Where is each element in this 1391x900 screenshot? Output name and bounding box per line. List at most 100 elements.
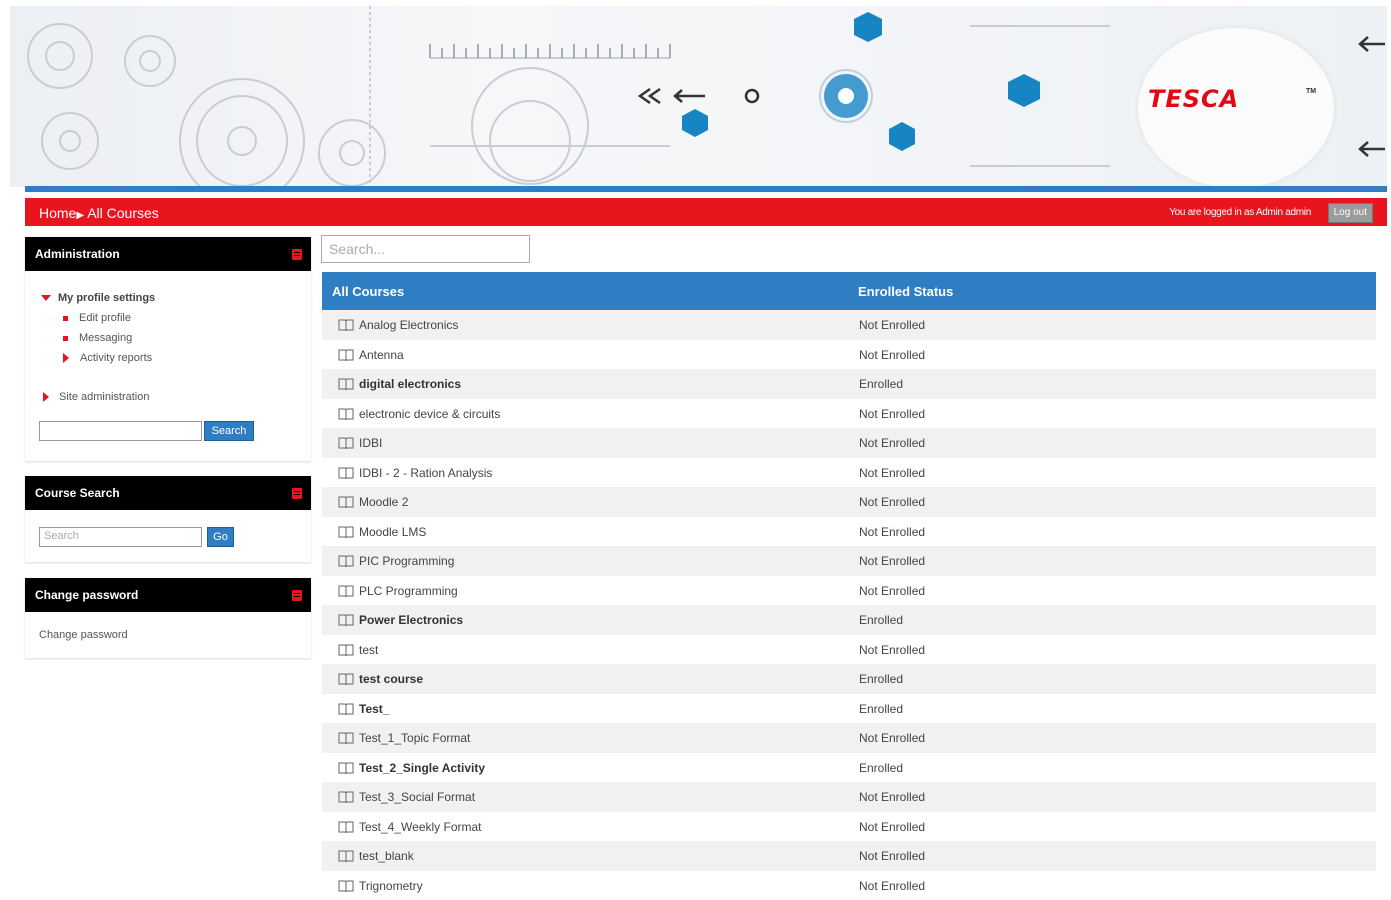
admin-search-input[interactable]: [39, 421, 202, 441]
breadcrumb-current: All Courses: [87, 205, 159, 221]
course-name-link[interactable]: Test_: [359, 702, 389, 716]
collapse-icon[interactable]: [292, 590, 302, 601]
table-row[interactable]: IDBI Not Enrolled: [322, 428, 1376, 458]
menu-label: Edit profile: [79, 312, 131, 324]
navbar: Home▶ All Courses You are logged in as A…: [25, 198, 1387, 226]
course-name-link[interactable]: Analog Electronics: [359, 318, 458, 332]
breadcrumb-home[interactable]: Home: [39, 205, 76, 221]
course-name-link[interactable]: digital electronics: [359, 377, 461, 391]
course-search-block: Course Search Search Go: [25, 476, 311, 562]
activity-reports-link[interactable]: Activity reports: [63, 352, 152, 364]
course-name-link[interactable]: Moodle LMS: [359, 525, 426, 539]
table-row[interactable]: electronic device & circuitsNot Enrolled: [322, 399, 1376, 429]
book-icon: [338, 348, 354, 364]
table-row[interactable]: digital electronics Enrolled: [322, 369, 1376, 399]
expanded-arrow-icon: [41, 295, 51, 301]
bullet-icon: [63, 316, 68, 321]
enrolled-status: Not Enrolled: [859, 466, 925, 480]
table-row[interactable]: IDBI - 2 - Ration Analysis Not Enrolled: [322, 458, 1376, 488]
administration-block: Administration My profile settings Edit …: [25, 237, 311, 461]
column-header-status[interactable]: Enrolled Status: [858, 284, 953, 299]
book-icon: [338, 702, 354, 718]
course-name-link[interactable]: Power Electronics: [359, 613, 463, 627]
table-row[interactable]: test_blank Not Enrolled: [322, 841, 1376, 871]
enrolled-status: Enrolled: [859, 377, 903, 391]
table-row[interactable]: Trignometry Not Enrolled: [322, 871, 1376, 900]
book-icon: [338, 820, 354, 836]
enrolled-status: Not Enrolled: [859, 731, 925, 745]
enrolled-status: Not Enrolled: [859, 436, 925, 450]
tesca-logo[interactable]: TESCA: [1148, 85, 1239, 113]
book-icon: [338, 407, 354, 423]
book-icon: [338, 584, 354, 600]
enrolled-status: Not Enrolled: [859, 348, 925, 362]
table-header: All Courses Enrolled Status: [322, 272, 1376, 310]
admin-search-button[interactable]: Search: [204, 421, 254, 441]
enrolled-status: Not Enrolled: [859, 643, 925, 657]
book-icon: [338, 643, 354, 659]
table-row[interactable]: test Not Enrolled: [322, 635, 1376, 665]
book-icon: [338, 731, 354, 747]
table-row[interactable]: Moodle LMSNot Enrolled: [322, 517, 1376, 547]
course-name-link[interactable]: Trignometry: [359, 879, 423, 893]
table-row[interactable]: Analog ElectronicsNot Enrolled: [322, 310, 1376, 340]
book-icon: [338, 495, 354, 511]
book-icon: [338, 318, 354, 334]
table-row[interactable]: Test_3_Social Format Not Enrolled: [322, 782, 1376, 812]
change-password-link[interactable]: Change password: [39, 629, 128, 641]
course-name-link[interactable]: test: [359, 643, 378, 657]
courses-table: All Courses Enrolled Status Analog Elect…: [322, 272, 1376, 900]
block-title: Course Search: [35, 486, 120, 500]
block-header: Administration: [25, 237, 311, 271]
course-name-link[interactable]: PIC Programming: [359, 554, 454, 568]
course-name-link[interactable]: IDBI: [359, 436, 382, 450]
table-row[interactable]: Power ElectronicsEnrolled: [322, 605, 1376, 635]
table-row[interactable]: Test_Enrolled: [322, 694, 1376, 724]
collapse-icon[interactable]: [292, 249, 302, 260]
table-row[interactable]: Test_4_Weekly FormatNot Enrolled: [322, 812, 1376, 842]
course-name-link[interactable]: Test_3_Social Format: [359, 790, 475, 804]
table-row[interactable]: test course Enrolled: [322, 664, 1376, 694]
enrolled-status: Not Enrolled: [859, 849, 925, 863]
course-name-link[interactable]: electronic device & circuits: [359, 407, 500, 421]
block-title: Change password: [35, 588, 138, 602]
enrolled-status: Not Enrolled: [859, 879, 925, 893]
messaging-link[interactable]: Messaging: [63, 332, 132, 344]
breadcrumb: Home▶ All Courses: [39, 205, 159, 221]
my-profile-settings[interactable]: My profile settings: [41, 292, 155, 304]
course-search-input[interactable]: Search: [39, 527, 202, 547]
book-icon: [338, 761, 354, 777]
table-row[interactable]: PLC ProgrammingNot Enrolled: [322, 576, 1376, 606]
table-row[interactable]: Test_1_Topic Format Not Enrolled: [322, 723, 1376, 753]
course-name-link[interactable]: test_blank: [359, 849, 414, 863]
book-icon: [338, 849, 354, 865]
enrolled-status: Not Enrolled: [859, 554, 925, 568]
course-name-link[interactable]: Antenna: [359, 348, 404, 362]
collapsed-arrow-icon: [63, 353, 69, 363]
menu-label: My profile settings: [58, 292, 155, 304]
course-name-link[interactable]: Moodle 2: [359, 495, 408, 509]
course-search-go-button[interactable]: Go: [207, 527, 234, 547]
course-name-link[interactable]: Test_4_Weekly Format: [359, 820, 482, 834]
collapse-icon[interactable]: [292, 488, 302, 499]
table-body: Analog ElectronicsNot EnrolledAntennaNot…: [322, 310, 1376, 900]
course-name-link[interactable]: IDBI - 2 - Ration Analysis: [359, 466, 492, 480]
table-row[interactable]: PIC Programming Not Enrolled: [322, 546, 1376, 576]
column-header-course[interactable]: All Courses: [332, 284, 404, 299]
enrolled-status: Not Enrolled: [859, 790, 925, 804]
change-password-block: Change password Change password: [25, 578, 311, 658]
block-header: Change password: [25, 578, 311, 612]
table-row[interactable]: Moodle 2Not Enrolled: [322, 487, 1376, 517]
table-row[interactable]: Test_2_Single ActivityEnrolled: [322, 753, 1376, 783]
course-name-link[interactable]: Test_2_Single Activity: [359, 761, 485, 775]
course-name-link[interactable]: Test_1_Topic Format: [359, 731, 470, 745]
edit-profile-link[interactable]: Edit profile: [63, 312, 131, 324]
logout-button[interactable]: Log out: [1328, 203, 1373, 223]
course-name-link[interactable]: PLC Programming: [359, 584, 458, 598]
enrolled-status: Enrolled: [859, 672, 903, 686]
table-row[interactable]: Antenna Not Enrolled: [322, 340, 1376, 370]
book-icon: [338, 377, 354, 393]
course-name-link[interactable]: test course: [359, 672, 423, 686]
main-search-input[interactable]: Search...: [321, 235, 530, 263]
site-administration-link[interactable]: Site administration: [43, 391, 150, 403]
